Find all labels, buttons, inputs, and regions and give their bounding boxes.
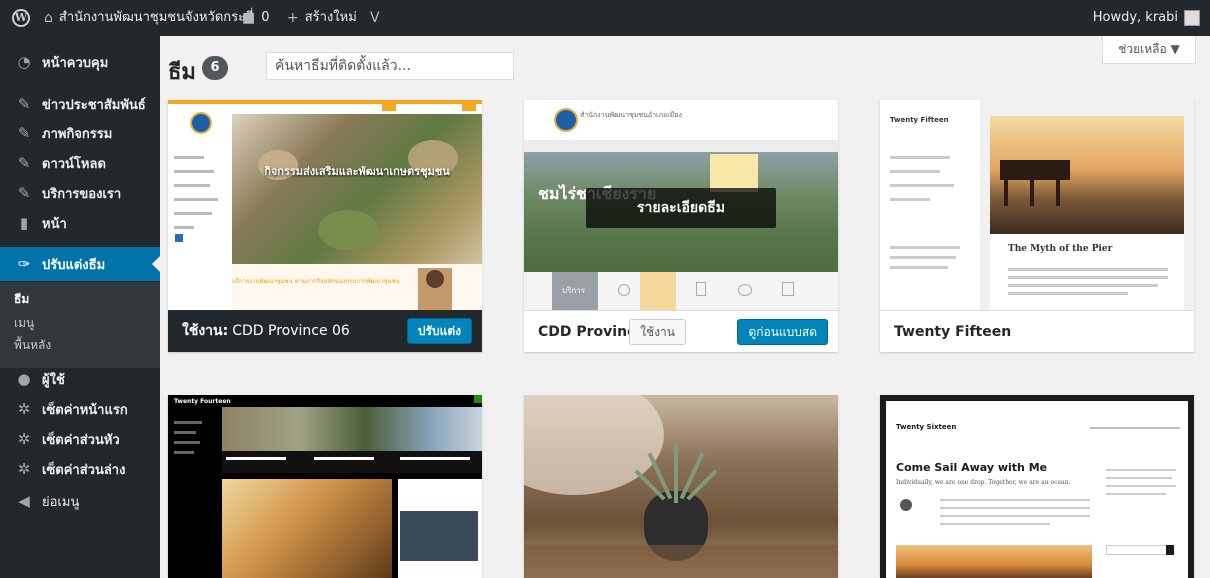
page-icon: ▮: [19, 214, 29, 232]
shot-site-name: Twenty Fifteen: [890, 116, 949, 124]
theme-card-twenty-fifteen[interactable]: Twenty Fifteen The Myth of the Pier Twen…: [880, 100, 1194, 352]
submenu-themes[interactable]: ธีม: [14, 290, 29, 309]
menu-label: ย่อเมนู: [42, 494, 80, 510]
dashboard-icon: ◔: [17, 53, 31, 71]
home-icon: ⌂: [44, 10, 53, 26]
comments-link[interactable]: ■ 0: [242, 0, 270, 36]
site-name-link[interactable]: ⌂ สำนักงานพัฒนาชุมชนจังหวัดกระบี่: [44, 0, 253, 36]
menu-label: ดาวน์โหลด: [42, 156, 106, 172]
page-title: ธีม: [168, 60, 196, 85]
submenu-background[interactable]: พื้นหลัง: [14, 336, 51, 355]
menu-download[interactable]: ✎ ดาวน์โหลด: [0, 146, 160, 180]
gear-icon: ✲: [17, 430, 31, 448]
menu-collapse[interactable]: ◀ ย่อเมนู: [0, 484, 160, 518]
live-preview-button[interactable]: ดูก่อนแบบสด: [737, 319, 828, 345]
menu-header-settings[interactable]: ✲ เซ็ตค่าส่วนหัว: [0, 422, 160, 456]
shot-post-title: Come Sail Away with Me: [896, 461, 1048, 474]
menu-home-settings[interactable]: ✲ เซ็ตค่าหน้าแรก: [0, 392, 160, 426]
avatar: [1184, 10, 1200, 26]
theme-screenshot[interactable]: Twenty Fourteen: [168, 395, 482, 578]
gear-icon: ✲: [17, 460, 31, 478]
shot-service-label: บริการ: [562, 286, 586, 295]
menu-footer-settings[interactable]: ✲ เซ็ตค่าส่วนล่าง: [0, 452, 160, 486]
theme-screenshot[interactable]: Twenty Fifteen The Myth of the Pier: [880, 100, 1194, 310]
shot-site-name: Twenty Fourteen: [174, 398, 231, 405]
menu-users[interactable]: ● ผู้ใช้: [0, 362, 160, 396]
theme-screenshot[interactable]: กิจกรรมส่งเสริมและพัฒนาเกษตรชุมชน บริการ…: [168, 100, 482, 310]
theme-count-badge: 6: [202, 56, 228, 80]
theme-name-bar: CDD Province 05 ใช้งาน ดูก่อนแบบสด: [524, 310, 838, 352]
menu-label: หน้าควบคุม: [42, 55, 109, 71]
menu-label: บริการของเรา: [42, 186, 122, 202]
menu-gallery[interactable]: ✎ ภาพกิจกรรม: [0, 116, 160, 150]
theme-card-cdd-05[interactable]: สำนักงานพัฒนาชุมชนอำเภอเมือง ชมไร่ชาเชีย…: [524, 100, 838, 352]
menu-pages[interactable]: ▮ หน้า: [0, 206, 160, 240]
menu-label: หน้า: [42, 216, 67, 232]
menu-label: เซ็ตค่าส่วนหัว: [42, 432, 120, 448]
theme-screenshot[interactable]: สำนักงานพัฒนาชุมชนอำเภอเมือง ชมไร่ชาเชีย…: [524, 100, 838, 310]
menu-label: เซ็ตค่าส่วนล่าง: [42, 462, 126, 478]
users-icon: ●: [17, 370, 31, 388]
theme-screenshot[interactable]: [524, 395, 838, 578]
howdy-text: Howdy, krabi: [1092, 10, 1178, 25]
menu-label: ข่าวประชาสัมพันธ์: [42, 97, 146, 113]
comments-count: 0: [261, 10, 270, 25]
menu-label: ภาพกิจกรรม: [42, 126, 113, 142]
theme-card-twenty-sixteen[interactable]: Twenty Sixteen Come Sail Away with Me In…: [880, 395, 1194, 578]
menu-dashboard[interactable]: ◔ หน้าควบคุม: [0, 45, 160, 79]
plus-icon: +: [287, 10, 299, 26]
account-menu[interactable]: Howdy, krabi: [1093, 0, 1200, 36]
theme-screenshot[interactable]: Twenty Sixteen Come Sail Away with Me In…: [880, 395, 1194, 578]
new-content-link[interactable]: + สร้างใหม่: [287, 0, 357, 36]
theme-card-plant[interactable]: [524, 395, 838, 578]
pin-icon: ✎: [17, 124, 31, 142]
shot-site-name: Twenty Sixteen: [896, 423, 957, 431]
pin-icon: ✎: [17, 154, 31, 172]
theme-card-cdd-06[interactable]: กิจกรรมส่งเสริมและพัฒนาเกษตรชุมชน บริการ…: [168, 100, 482, 352]
menu-label: เซ็ตค่าหน้าแรก: [42, 402, 128, 418]
theme-name: CDD Province 06: [232, 323, 350, 339]
gear-icon: ✲: [17, 400, 31, 418]
theme-name-bar: Twenty Fifteen: [880, 310, 1194, 352]
submenu-menus[interactable]: เมนู: [14, 314, 34, 333]
theme-details-overlay[interactable]: รายละเอียดธีม: [586, 188, 776, 228]
shot-footer-text: บริการงานพัฒนาชุมชน ตามภารกิจหลักของกรมก…: [232, 278, 400, 285]
menu-label: ผู้ใช้: [42, 372, 65, 388]
menu-services[interactable]: ✎ บริการของเรา: [0, 176, 160, 210]
admin-bar: W ⌂ สำนักงานพัฒนาชุมชนจังหวัดกระบี่ ■ 0 …: [0, 0, 1210, 36]
site-name: สำนักงานพัฒนาชุมชนจังหวัดกระบี่: [58, 10, 254, 25]
shot-headline: กิจกรรมส่งเสริมและพัฒนาเกษตรชุมชน: [264, 165, 450, 178]
visual-composer-icon[interactable]: V: [370, 0, 380, 36]
pin-icon: ✎: [17, 95, 31, 113]
theme-card-twenty-fourteen[interactable]: Twenty Fourteen: [168, 395, 482, 578]
active-prefix: ใช้งาน:: [182, 323, 229, 339]
appearance-submenu: ธีม เมนู พื้นหลัง: [0, 282, 160, 368]
menu-label: ปรับแต่งธีม: [42, 257, 106, 273]
new-content-label: สร้างใหม่: [304, 10, 357, 25]
shot-post-title: The Myth of the Pier: [1008, 244, 1113, 254]
current-menu-arrow: [152, 256, 160, 272]
activate-button[interactable]: ใช้งาน: [629, 319, 686, 345]
theme-name: Twenty Fifteen: [894, 323, 1012, 340]
menu-appearance[interactable]: ✑ ปรับแต่งธีม: [0, 247, 160, 281]
shot-site-name: สำนักงานพัฒนาชุมชนอำเภอเมือง: [580, 111, 682, 119]
wordpress-logo-icon[interactable]: W: [10, 0, 32, 36]
admin-sidebar: ◔ หน้าควบคุม ✎ ข่าวประชาสัมพันธ์ ✎ ภาพกิ…: [0, 36, 160, 578]
pin-icon: ✎: [17, 184, 31, 202]
collapse-icon: ◀: [18, 492, 30, 510]
appearance-icon: ✑: [17, 255, 31, 273]
shot-excerpt: Individually, we are one drop. Together,…: [896, 479, 1071, 486]
comment-icon: ■: [242, 10, 256, 26]
search-themes-input[interactable]: ค้นหาธีมที่ติดตั้งแล้ว...: [266, 52, 514, 80]
customize-button[interactable]: ปรับแต่ง: [406, 318, 472, 344]
help-tab-button[interactable]: ช่วยเหลือ ▼: [1102, 36, 1196, 64]
theme-name-bar: ใช้งาน: CDD Province 06 ปรับแต่ง: [168, 310, 482, 352]
